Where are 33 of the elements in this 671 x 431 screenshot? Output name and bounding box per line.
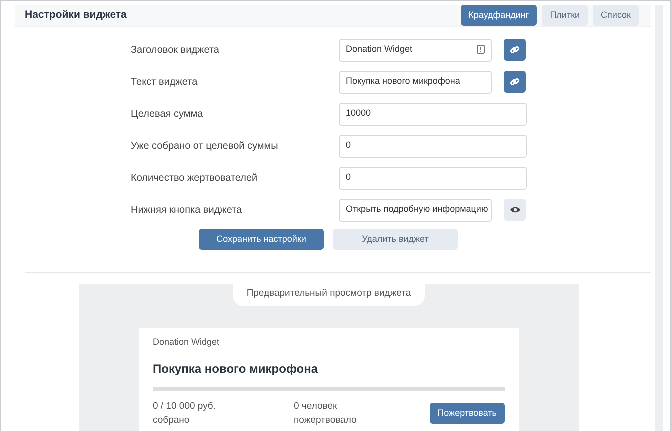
input-field[interactable]: Открыть подробную информацию	[339, 198, 492, 222]
input-field[interactable]: 10000	[339, 102, 527, 126]
widget-text: Покупка нового микрофона	[153, 360, 320, 378]
view-tab[interactable]: Плитки	[542, 5, 588, 26]
delete-widget-button[interactable]: Удалить виджет	[333, 229, 458, 250]
donate-button[interactable]: Пожертвовать	[430, 403, 505, 424]
panel-title: Настройки виджета	[25, 8, 127, 23]
field-label: Нижняя кнопка виджета	[130, 204, 244, 218]
donors-count: 0 человек	[294, 400, 338, 414]
field-label: Уже собрано от целевой суммы	[130, 140, 280, 154]
input-field[interactable]: Donation Widget	[339, 38, 492, 62]
save-settings-button[interactable]: Сохранить настройки	[199, 229, 324, 250]
view-tab[interactable]: Краудфандинг	[460, 5, 538, 26]
field-label: Текст виджета	[130, 76, 199, 90]
field-label: Заголовок виджета	[130, 44, 220, 58]
widget-title: Donation Widget	[153, 336, 221, 350]
input-field[interactable]: Покупка нового микрофона	[339, 70, 492, 94]
collected-amount: 0 / 10 000 руб.	[153, 400, 218, 414]
input-field[interactable]: 0	[339, 134, 527, 158]
link-icon	[510, 45, 520, 55]
link-button[interactable]	[504, 71, 526, 93]
preview-button[interactable]	[504, 199, 526, 221]
view-tab[interactable]: Список	[593, 5, 639, 26]
field-label: Количество жертвователей	[130, 172, 259, 186]
link-button[interactable]	[504, 39, 526, 61]
donors-note: пожертвовало	[294, 414, 357, 428]
input-field[interactable]: 0	[339, 166, 527, 190]
collected-note: собрано	[153, 414, 191, 428]
counter-icon	[477, 45, 485, 54]
eye-icon	[510, 206, 520, 214]
preview-caption: Предварительный просмотр виджета	[232, 284, 426, 306]
field-label: Целевая сумма	[130, 108, 204, 122]
link-icon	[510, 77, 520, 87]
